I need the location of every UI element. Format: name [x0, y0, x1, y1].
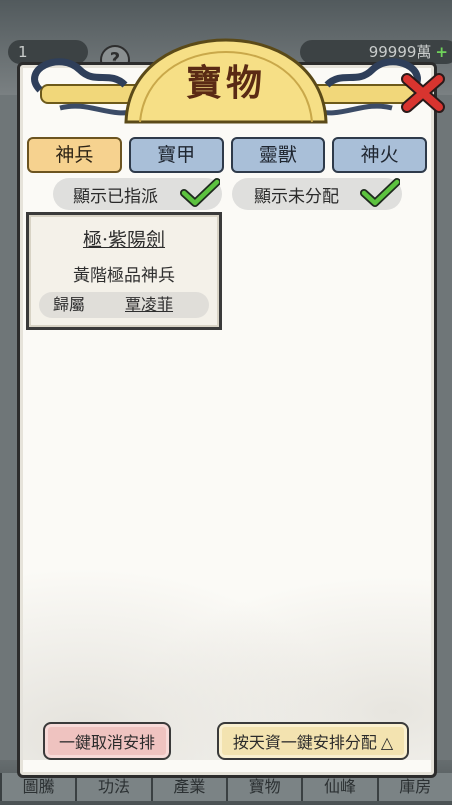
item-grade: 黃階極品神兵: [73, 266, 175, 286]
filter-show-unassigned[interactable]: 顯示未分配: [232, 178, 402, 210]
tab-weapons[interactable]: 神兵: [27, 137, 122, 173]
owner-label: 歸屬: [53, 295, 86, 314]
category-tabs: 神兵 寶甲 靈獸 神火: [27, 137, 427, 173]
item-card[interactable]: 極·紫陽劍 黃階極品神兵 歸屬 覃凌菲: [26, 212, 222, 330]
page-title: 寶物: [185, 62, 266, 104]
filter-label: 顯示未分配: [254, 186, 339, 207]
triangle-up-icon: △: [380, 733, 394, 752]
checkmark-icon: [180, 178, 220, 207]
item-owner-row: 歸屬 覃凌菲: [39, 292, 209, 318]
tab-fire[interactable]: 神火: [332, 137, 427, 173]
close-icon[interactable]: [401, 73, 445, 113]
filter-label: 顯示已指派: [73, 186, 158, 207]
tab-beasts[interactable]: 靈獸: [230, 137, 326, 173]
item-name[interactable]: 極·紫陽劍: [29, 225, 219, 252]
checkmark-icon: [360, 178, 400, 207]
owner-name-link[interactable]: 覃凌菲: [125, 292, 173, 318]
cancel-all-button[interactable]: 一鍵取消安排: [43, 722, 171, 760]
title-banner: 寶物: [118, 36, 334, 124]
auto-assign-button[interactable]: 按天資一鍵安排分配 △: [217, 722, 409, 760]
tab-armor[interactable]: 寶甲: [128, 137, 224, 173]
filter-show-assigned[interactable]: 顯示已指派: [53, 178, 222, 210]
